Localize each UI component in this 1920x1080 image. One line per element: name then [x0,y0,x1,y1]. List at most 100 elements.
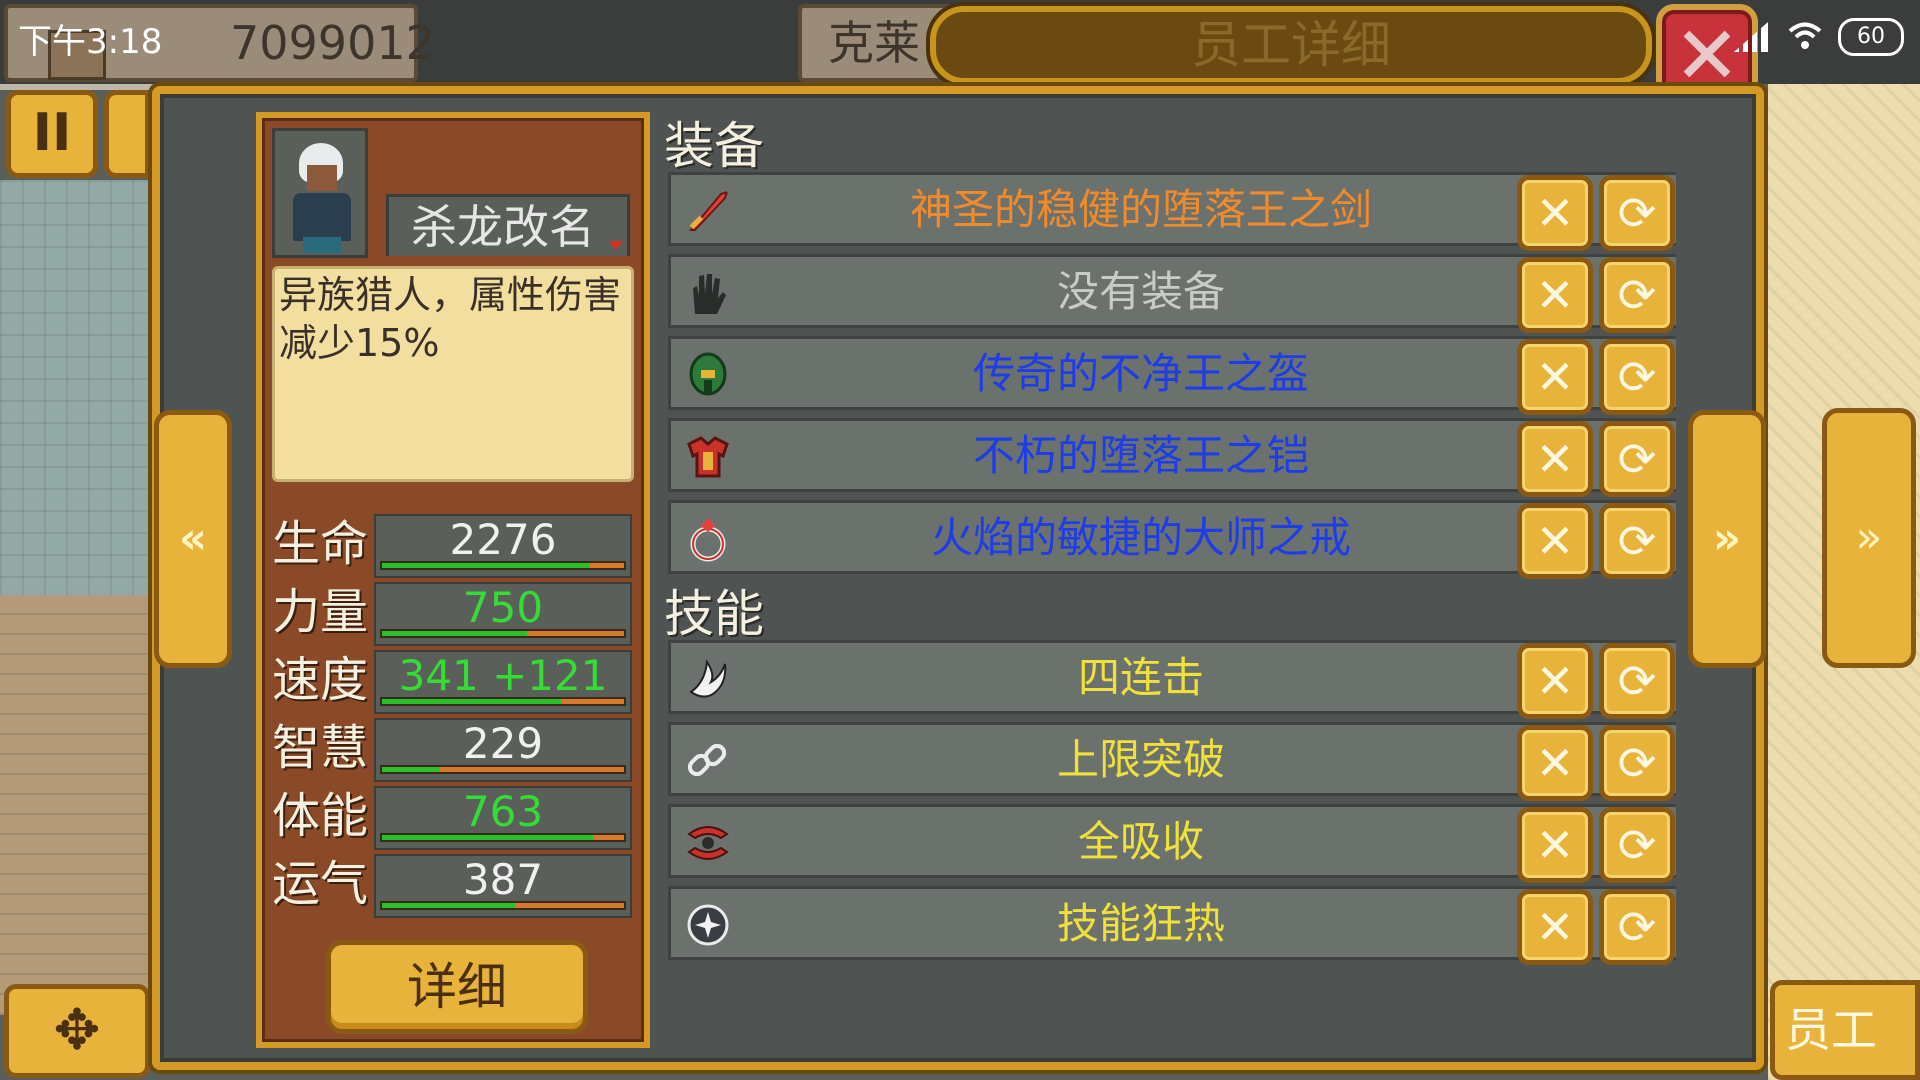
side-menu-button[interactable] [104,90,150,178]
employee-name[interactable]: 杀龙改名 [386,194,630,256]
ring-icon [690,518,726,562]
stat-value: 763 [462,787,544,836]
unequip-button[interactable]: ✕ [1517,257,1593,333]
item-name: 没有装备 [1056,267,1225,316]
unequip-button[interactable]: ✕ [1517,503,1593,579]
item-name: 火焰的敏捷的大师之戒 [930,513,1351,562]
chain-icon [687,743,727,777]
pause-button[interactable]: II [6,90,98,178]
status-icons: 60 [1722,16,1912,56]
swap-button[interactable]: ⟳ [1599,725,1675,801]
stat-bar [380,833,626,842]
unequip-button[interactable]: ✕ [1517,421,1593,497]
stat-row: 力量 750 [272,582,636,648]
outer-next-button[interactable]: » [1822,408,1916,668]
stat-box: 750 [374,582,632,646]
item-name: 传奇的不净王之盔 [972,349,1309,398]
stat-row: 体能 763 [272,786,636,852]
unequip-button[interactable]: ✕ [1517,175,1593,251]
stat-bar-fill [382,563,591,568]
stat-bar-fill [382,835,593,840]
stat-value: 229 [462,719,544,768]
next-employee-button[interactable]: » [1688,410,1766,668]
equipment-row[interactable]: 传奇的不净王之盔 ✕ ⟳ [668,336,1676,415]
armor-icon [687,436,729,478]
stat-label: 速度 [272,652,369,708]
equipment-row[interactable]: 神圣的稳健的堕落王之剑 ✕ ⟳ [668,172,1676,251]
item-name: 上限突破 [1056,735,1225,784]
sword-icon [688,190,729,231]
stat-label: 力量 [272,584,369,640]
portrait-legs [303,237,341,253]
stat-bar-fill [382,699,562,704]
dialog-title: 员工详细 [930,6,1652,84]
portrait-face [307,165,337,191]
stat-value: 341 +121 [398,651,608,700]
skill-row[interactable]: 全吸收 ✕ ⟳ [668,804,1676,883]
swap-button[interactable]: ⟳ [1599,257,1675,333]
glove-icon [693,274,726,314]
skill-row[interactable]: 技能狂热 ✕ ⟳ [668,886,1676,965]
stat-value: 387 [462,855,544,904]
stat-label: 运气 [272,856,369,912]
wifi-icon [1788,22,1822,49]
detail-button[interactable]: 详细 [326,940,588,1034]
stat-label: 智慧 [272,720,369,776]
skill-row[interactable]: 上限突破 ✕ ⟳ [668,722,1676,801]
orb-icon [687,904,729,946]
employee-card: 杀龙改名 异族猎人，属性伤害 减少15% 生命 2276 力量 750 速度 3… [256,112,650,1048]
item-name: 神圣的稳健的堕落王之剑 [909,185,1372,234]
swap-button[interactable]: ⟳ [1599,175,1675,251]
background-floor [0,595,150,1015]
item-name: 不朽的堕落王之铠 [972,431,1309,480]
skills-title: 技能 [664,585,764,643]
stat-value: 750 [462,583,544,632]
stat-bar [380,765,626,774]
unequip-button[interactable]: ✕ [1517,339,1593,415]
stat-label: 体能 [272,788,369,844]
dpad-icon[interactable]: ✥ [4,984,150,1078]
stat-bar-fill [382,903,516,908]
staff-button[interactable]: 员工 [1770,980,1920,1080]
stat-box: 763 [374,786,632,850]
stat-box: 2276 [374,514,632,578]
swap-button[interactable]: ⟳ [1599,807,1675,883]
employee-name-text: 杀龙改名 [411,200,595,254]
unequip-button[interactable]: ✕ [1517,807,1593,883]
unequip-button[interactable]: ✕ [1517,725,1593,801]
stat-label: 生命 [272,516,369,572]
unequip-button[interactable]: ✕ [1517,889,1593,965]
swap-button[interactable]: ⟳ [1599,421,1675,497]
status-time: 下午3:18 [18,22,163,62]
prev-employee-button[interactable]: « [154,410,232,668]
stat-bar [380,697,626,706]
swap-button[interactable]: ⟳ [1599,643,1675,719]
stat-row: 运气 387 [272,854,636,920]
swap-button[interactable]: ⟳ [1599,503,1675,579]
portrait-body [293,193,351,241]
item-name: 四连击 [1077,653,1204,702]
background-tiles [0,180,150,600]
money-value: 7099012 [230,16,435,70]
stat-value: 2276 [449,515,557,564]
stat-row: 智慧 229 [272,718,636,784]
equipment-row[interactable]: 不朽的堕落王之铠 ✕ ⟳ [668,418,1676,497]
stat-row: 速度 341 +121 [272,650,636,716]
swap-button[interactable]: ⟳ [1599,889,1675,965]
item-name: 全吸收 [1077,817,1204,866]
swap-button[interactable]: ⟳ [1599,339,1675,415]
equipment-row[interactable]: 没有装备 ✕ ⟳ [668,254,1676,333]
equipment-row[interactable]: 火焰的敏捷的大师之戒 ✕ ⟳ [668,500,1676,579]
signal-icon [1734,22,1768,52]
equipment-title: 装备 [664,117,764,175]
absorb-icon [687,826,729,860]
helmet-icon [689,352,727,396]
item-name: 技能狂热 [1056,899,1225,948]
skill-row[interactable]: 四连击 ✕ ⟳ [668,640,1676,719]
unequip-button[interactable]: ✕ [1517,643,1593,719]
battery-icon: 60 [1838,18,1904,56]
stat-bar [380,629,626,638]
stat-row: 生命 2276 [272,514,636,580]
employee-description: 异族猎人，属性伤害 减少15% [272,266,634,482]
stat-box: 387 [374,854,632,918]
